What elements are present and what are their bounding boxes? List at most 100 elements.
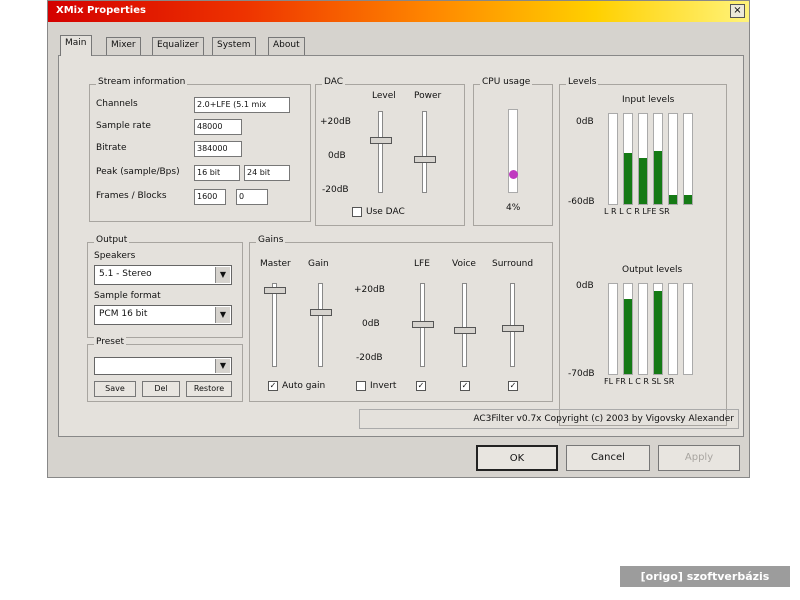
dac-tick-bottom: -20dB <box>322 185 349 195</box>
frames-field-2: 0 <box>236 189 268 205</box>
bitrate-label: Bitrate <box>96 143 127 153</box>
stream-info-title: Stream information <box>96 77 188 87</box>
sample-format-select-value: PCM 16 bit <box>99 309 148 319</box>
levels-title: Levels <box>566 77 599 87</box>
input-meter-4 <box>668 113 678 205</box>
gains-tick-bottom: -20dB <box>356 353 383 363</box>
output-meter-1 <box>623 283 633 375</box>
input-meter-3 <box>653 113 663 205</box>
dac-power-track <box>422 111 427 193</box>
master-slider[interactable] <box>264 287 286 294</box>
use-dac-checkbox[interactable] <box>352 207 362 217</box>
sample-rate-label: Sample rate <box>96 121 151 131</box>
voice-checkbox[interactable]: ✓ <box>460 381 470 391</box>
output-meter-3 <box>653 283 663 375</box>
surround-checkbox[interactable]: ✓ <box>508 381 518 391</box>
dac-tick-mid: 0dB <box>328 151 346 161</box>
copyright-status: AC3Filter v0.7x Copyright (c) 2003 by Vi… <box>359 409 739 429</box>
input-meter-fill <box>684 194 692 204</box>
window-title: XMix Properties <box>56 5 146 16</box>
gains-tick-top: +20dB <box>354 285 385 295</box>
dac-level-track <box>378 111 383 193</box>
output-levels-top: 0dB <box>576 281 594 291</box>
speakers-select[interactable]: 5.1 - Stereo ▼ <box>94 265 232 285</box>
chevron-down-icon[interactable]: ▼ <box>215 267 230 283</box>
tab-main[interactable]: Main <box>60 35 92 56</box>
ok-button[interactable]: OK <box>476 445 558 471</box>
preset-group: Preset ▼ Save Del Restore <box>87 337 243 402</box>
input-meter-fill <box>624 153 632 204</box>
input-meter-1 <box>623 113 633 205</box>
auto-gain-label: Auto gain <box>282 381 326 391</box>
channels-label: Channels <box>96 99 138 109</box>
cancel-button[interactable]: Cancel <box>566 445 650 471</box>
gains-tick-mid: 0dB <box>362 319 380 329</box>
chevron-down-icon[interactable]: ▼ <box>215 307 230 323</box>
master-label: Master <box>260 259 291 269</box>
output-meter-2 <box>638 283 648 375</box>
output-channel-labels: FL FR L C R SL SR <box>604 377 675 386</box>
cpu-usage-indicator <box>509 169 518 179</box>
output-meter-fill <box>654 291 662 374</box>
frames-label: Frames / Blocks <box>96 191 167 201</box>
sample-format-select[interactable]: PCM 16 bit ▼ <box>94 305 232 325</box>
speakers-label: Speakers <box>94 251 136 261</box>
output-meter-4 <box>668 283 678 375</box>
dac-power-slider[interactable] <box>414 156 436 163</box>
output-levels-title: Output levels <box>622 265 683 275</box>
invert-checkbox[interactable] <box>356 381 366 391</box>
preset-title: Preset <box>94 337 127 347</box>
input-meter-fill <box>639 158 647 204</box>
dac-title: DAC <box>322 77 346 87</box>
gain-slider[interactable] <box>310 309 332 316</box>
voice-track <box>462 283 467 367</box>
output-title: Output <box>94 235 130 245</box>
channels-field: 2.0+LFE (5.1 mix <box>194 97 290 113</box>
voice-slider[interactable] <box>454 327 476 334</box>
surround-slider[interactable] <box>502 325 524 332</box>
output-levels-bottom: -70dB <box>568 369 595 379</box>
peak-label: Peak (sample/Bps) <box>96 167 180 177</box>
input-channel-labels: L R L C R LFE SR <box>604 207 670 216</box>
input-meter-0 <box>608 113 618 205</box>
preset-save-button[interactable]: Save <box>94 381 136 397</box>
preset-delete-button[interactable]: Del <box>142 381 180 397</box>
close-button[interactable]: × <box>730 4 745 18</box>
dac-power-label: Power <box>414 91 442 101</box>
frames-field-1: 1600 <box>194 189 226 205</box>
chevron-down-icon[interactable]: ▼ <box>215 359 230 373</box>
voice-label: Voice <box>452 259 476 269</box>
cpu-usage-bar <box>508 109 518 193</box>
tab-system[interactable]: System <box>212 37 256 55</box>
lfe-label: LFE <box>414 259 430 269</box>
input-meter-fill <box>654 150 662 204</box>
peak-field-1: 16 bit <box>194 165 240 181</box>
auto-gain-checkbox[interactable]: ✓ <box>268 381 278 391</box>
cpu-usage-group: CPU usage 4% <box>473 77 553 226</box>
dac-level-slider[interactable] <box>370 137 392 145</box>
dac-group: DAC Level Power +20dB 0dB -20dB Use DAC <box>315 77 465 226</box>
dac-tick-top: +20dB <box>320 117 351 127</box>
tab-equalizer[interactable]: Equalizer <box>152 37 204 55</box>
levels-group: Levels Input levels 0dB -60dB L R L C R … <box>559 77 727 426</box>
preset-select[interactable]: ▼ <box>94 357 232 375</box>
lfe-checkbox[interactable]: ✓ <box>416 381 426 391</box>
main-tab-panel: Stream information Channels 2.0+LFE (5.1… <box>58 55 744 437</box>
input-meter-2 <box>638 113 648 205</box>
preset-restore-button[interactable]: Restore <box>186 381 232 397</box>
input-levels-bottom: -60dB <box>568 197 595 207</box>
output-meter-5 <box>683 283 693 375</box>
apply-button[interactable]: Apply <box>658 445 740 471</box>
master-track <box>272 283 277 367</box>
surround-label: Surround <box>492 259 534 269</box>
tab-about[interactable]: About <box>268 37 305 55</box>
cpu-usage-value: 4% <box>506 203 521 213</box>
stream-info-group: Stream information Channels 2.0+LFE (5.1… <box>89 77 311 222</box>
tab-mixer[interactable]: Mixer <box>106 37 141 55</box>
gains-group: Gains Master Gain +20dB 0dB -20dB LFE Vo… <box>249 235 553 402</box>
input-levels-top: 0dB <box>576 117 594 127</box>
lfe-slider[interactable] <box>412 321 434 328</box>
gain-label: Gain <box>308 259 329 269</box>
bitrate-field: 384000 <box>194 141 242 157</box>
title-bar[interactable]: XMix Properties × <box>48 1 749 22</box>
